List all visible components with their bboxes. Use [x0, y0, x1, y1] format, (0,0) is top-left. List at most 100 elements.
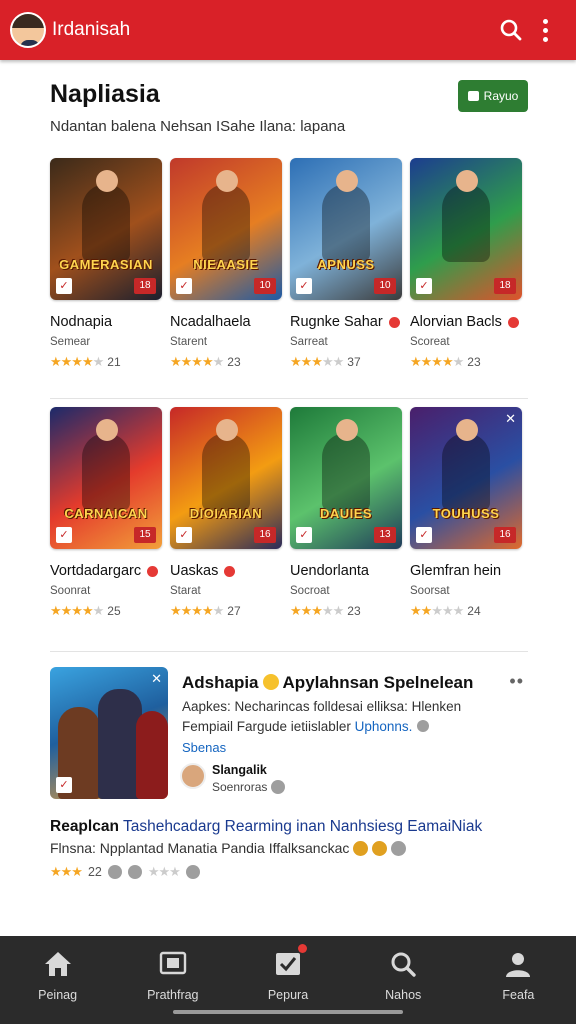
- search-button[interactable]: [494, 13, 528, 47]
- featured-thumbnail[interactable]: ✓ ✕: [50, 667, 168, 799]
- featured-inline-link[interactable]: Uphonns.: [355, 719, 413, 734]
- game-subtitle: Soorsat: [410, 585, 450, 597]
- game-thumbnail[interactable]: TOUHUSS ✓ 16 ✕: [410, 407, 522, 549]
- button-icon: [467, 91, 479, 101]
- game-rating: ★★★★★ 21: [50, 354, 162, 370]
- more-vert-icon: [542, 18, 548, 42]
- game-card[interactable]: NIEAASIE ✓ 10 Ncadalhaela Starent ★★★★★ 23: [170, 158, 282, 370]
- news-description: Flnsna: Npplantad Manatia Pandia Iffalks…: [50, 840, 407, 856]
- more-options-button[interactable]: [528, 13, 562, 47]
- game-title: Nodnapia: [50, 314, 113, 330]
- close-icon[interactable]: ✕: [151, 671, 162, 687]
- game-card[interactable]: TOUHUSS ✓ 16 ✕ Glemfran hein Soorsat ★★★★★ 24: [410, 407, 522, 619]
- game-subtitle: Sarreat: [290, 336, 328, 348]
- age-rating-badge: 16: [254, 527, 276, 543]
- author-avatar[interactable]: [180, 763, 206, 789]
- nav-item-profile[interactable]: Feafa: [461, 936, 576, 1024]
- nav-item-home[interactable]: Peinag: [0, 936, 115, 1024]
- game-thumbnail[interactable]: APNUSS ✓ 10: [290, 158, 402, 300]
- rating-stars: ★★★★★: [170, 354, 224, 369]
- game-thumbnail[interactable]: ✓ 18: [410, 158, 522, 300]
- age-rating-badge: 18: [494, 278, 516, 294]
- game-card[interactable]: ✓ 18 Alorvian Bacls Scoreat ★★★★★ 23: [410, 158, 522, 370]
- rating-stars: ★★★★★: [290, 354, 344, 369]
- game-thumbnail[interactable]: CARNAICAN ✓ 15: [50, 407, 162, 549]
- close-icon[interactable]: ✕: [505, 411, 516, 427]
- featured-description: Aapkes: Necharincas folldesai elliksa: H…: [182, 699, 462, 714]
- pin-icon: [507, 316, 519, 328]
- home-indicator[interactable]: [173, 1010, 403, 1014]
- rating-count: 22: [87, 865, 102, 879]
- share-icon[interactable]: [107, 865, 122, 879]
- featured-title: Adshapia Apylahnsan Spelnelean: [182, 673, 474, 692]
- game-grid-row-2: CARNAICAN ✓ 15 Vortdadargarc Soonrat ★★★★★ 25 D…: [50, 407, 528, 619]
- info-icon: [417, 720, 430, 732]
- author-role: Soenroras: [212, 780, 286, 794]
- game-thumbnail[interactable]: DAUIES ✓ 13: [290, 407, 402, 549]
- empty-stars: ★★★: [147, 864, 181, 879]
- game-thumbnail[interactable]: NIEAASIE ✓ 10: [170, 158, 282, 300]
- nav-label: Prathfrag: [147, 988, 199, 1002]
- featured-more-button[interactable]: ••: [509, 671, 524, 692]
- thumbnail-title: GAMERASIAN: [59, 257, 153, 272]
- reaction-icon[interactable]: [127, 865, 142, 879]
- game-card[interactable]: DIOIARIAN ✓ 16 Uaskas Starat ★★★★★ 27: [170, 407, 282, 619]
- game-title: Uaskas: [170, 563, 282, 579]
- check-icon: ✓: [176, 278, 192, 294]
- check-icon: ✓: [296, 527, 312, 543]
- game-rating: ★★★★★ 25: [50, 603, 162, 619]
- section-action-label: Rayuo: [483, 89, 519, 103]
- check-icon: ✓: [176, 527, 192, 543]
- game-card[interactable]: CARNAICAN ✓ 15 Vortdadargarc Soonrat ★★★★★ 25: [50, 407, 162, 619]
- game-rating: ★★★★★ 23: [410, 354, 522, 370]
- rating-stars: ★★★★★: [410, 603, 464, 618]
- featured-card[interactable]: ✓ ✕ Adshapia Apylahnsan Spelnelean •• Aap…: [50, 667, 528, 799]
- rating-count: 37: [347, 355, 361, 369]
- thumbnail-title: TOUHUSS: [432, 506, 500, 521]
- game-grid-row-1: GAMERASIAN ✓ 18 Nodnapia Semear ★★★★★ 21 NIEAAS…: [50, 158, 528, 370]
- game-subtitle: Semear: [50, 336, 91, 348]
- rating-stars: ★★★★★: [170, 603, 224, 618]
- media-icon: [157, 948, 189, 980]
- check-icon: ✓: [56, 777, 72, 793]
- search-icon: [500, 19, 522, 41]
- rating-stars: ★★★★★: [410, 354, 464, 369]
- game-card[interactable]: APNUSS ✓ 10 Rugnke Sahar Sarreat ★★★★★ 37: [290, 158, 402, 370]
- game-title: Alorvian Bacls: [410, 314, 522, 330]
- game-rating: ★★★★★ 37: [290, 354, 402, 370]
- check-icon: ✓: [296, 278, 312, 294]
- game-thumbnail[interactable]: DIOIARIAN ✓ 16: [170, 407, 282, 549]
- person-icon: [502, 948, 534, 980]
- game-card[interactable]: GAMERASIAN ✓ 18 Nodnapia Semear ★★★★★ 21: [50, 158, 162, 370]
- rating-count: 23: [227, 355, 241, 369]
- news-headline[interactable]: Reaplcan Tashehcadarg Rearming inan Nanh…: [50, 818, 482, 836]
- age-rating-badge: 18: [134, 278, 156, 294]
- thumbnail-title: CARNAICAN: [64, 506, 148, 521]
- featured-link[interactable]: Sbenas: [182, 740, 226, 755]
- rating-stars: ★★★: [50, 864, 83, 879]
- news-rating: ★★★ 22 ★★★: [50, 864, 200, 880]
- pin-icon: [147, 565, 159, 577]
- home-icon: [42, 948, 74, 980]
- section-title: Napliasia: [50, 80, 160, 108]
- section-header: Napliasia Ndantan balena Nehsan ISahe Il…: [50, 80, 528, 135]
- game-rating: ★★★★★ 24: [410, 603, 522, 619]
- profile-avatar[interactable]: [10, 12, 46, 48]
- divider: [50, 651, 528, 652]
- game-rating: ★★★★★ 23: [290, 603, 402, 619]
- notification-dot: [298, 944, 307, 953]
- pin-icon: [224, 565, 236, 577]
- rating-count: 27: [227, 604, 241, 618]
- thumbnail-title: DIOIARIAN: [189, 506, 263, 521]
- refresh-icon[interactable]: [185, 865, 200, 879]
- pin-icon: [388, 316, 400, 328]
- game-subtitle: Socroat: [290, 585, 330, 597]
- check-icon: ✓: [416, 278, 432, 294]
- game-subtitle: Soonrat: [50, 585, 91, 597]
- game-card[interactable]: DAUIES ✓ 13 Uendorlanta Socroat ★★★★★ 23: [290, 407, 402, 619]
- rating-stars: ★★★★★: [50, 354, 104, 369]
- game-rating: ★★★★★ 23: [170, 354, 282, 370]
- author-name[interactable]: Slangalik: [212, 763, 267, 777]
- game-thumbnail[interactable]: GAMERASIAN ✓ 18: [50, 158, 162, 300]
- section-action-button[interactable]: Rayuo: [458, 80, 528, 112]
